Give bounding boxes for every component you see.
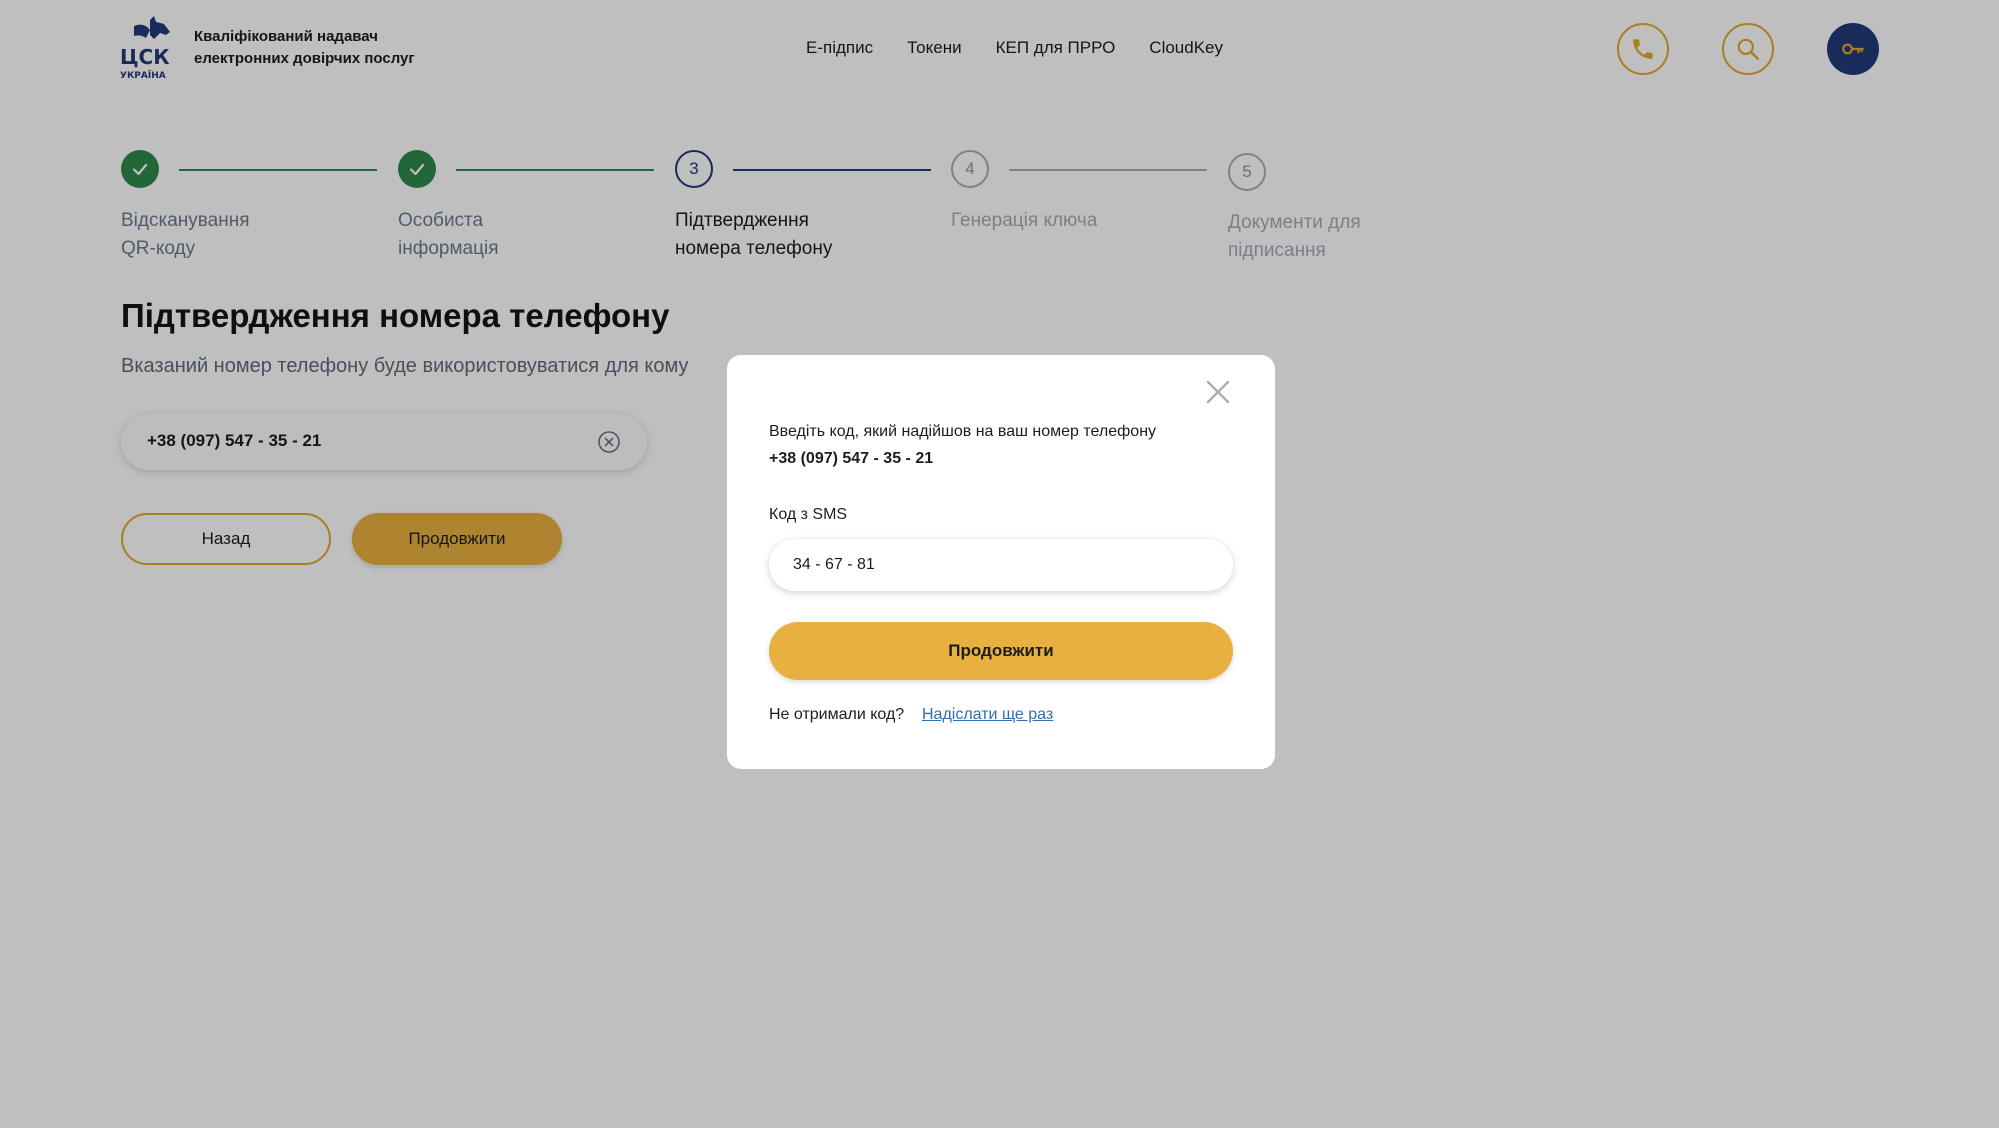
resend-code-link[interactable]: Надіслати ще раз [922,706,1053,724]
sms-code-label: Код з SMS [769,506,848,523]
close-icon[interactable] [1203,377,1233,407]
modal-continue-button[interactable]: Продовжити [769,622,1233,680]
sms-code-input[interactable] [769,539,1233,591]
modal-phone-number: +38 (097) 547 - 35 - 21 [769,450,934,467]
modal-instruction: Введіть код, який надійшов на ваш номер … [769,423,1157,440]
resend-prompt: Не отримали код? [769,706,905,723]
sms-verification-modal: Введіть код, який надійшов на ваш номер … [727,355,1275,769]
